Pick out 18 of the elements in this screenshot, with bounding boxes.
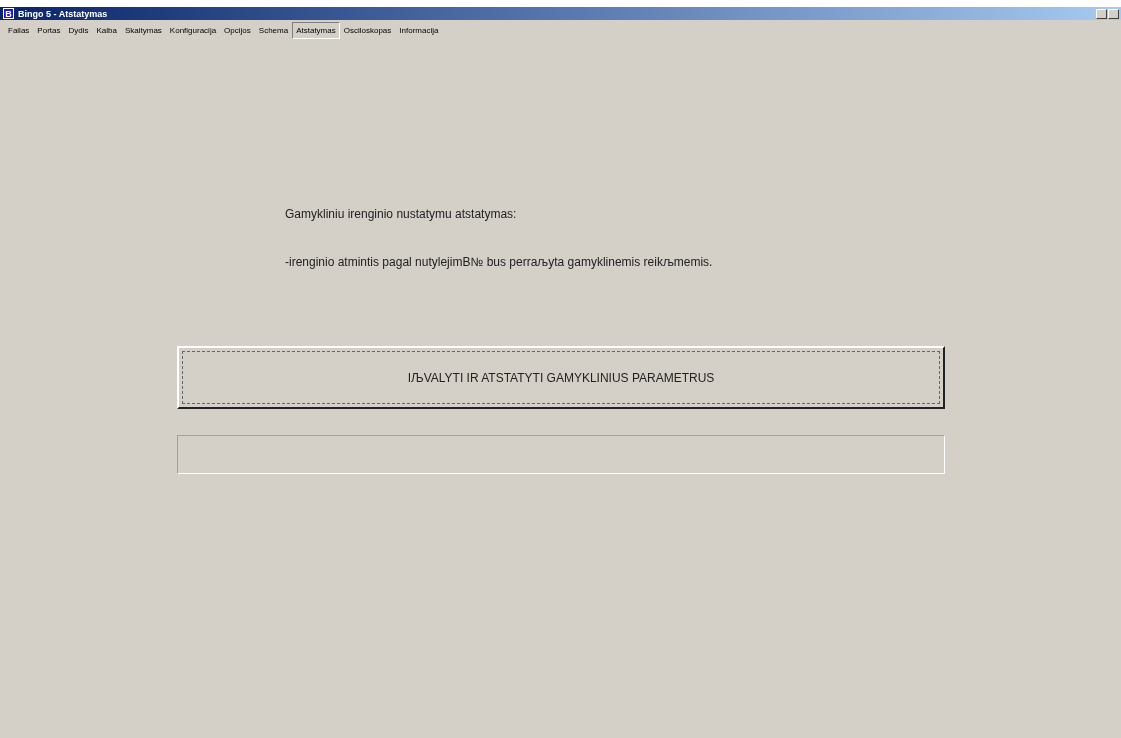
menu-tab[interactable]: Kalba bbox=[92, 22, 121, 39]
menu-tab[interactable]: Konfiguracija bbox=[165, 22, 221, 39]
reset-button[interactable]: IЉVALYTI IR ATSTATYTI GAMYKLINIUS PARAMETRUS bbox=[177, 346, 945, 409]
menu-tab[interactable]: Schema bbox=[254, 22, 293, 39]
menu-tab[interactable]: Failas bbox=[4, 22, 34, 39]
menu-tab[interactable]: Portas bbox=[33, 22, 65, 39]
description-text: -irenginio atmintis pagal nutylejimВ№ bus perraљyta gamyklinemis reikљmemis. bbox=[285, 255, 713, 269]
window-title: Bingo 5 - Atstatymas bbox=[18, 8, 108, 19]
menu-tab[interactable]: Skaitymas bbox=[120, 22, 166, 39]
minimize-button[interactable] bbox=[1096, 8, 1107, 19]
maximize-button[interactable] bbox=[1108, 8, 1119, 19]
menu-tab[interactable]: Opcijos bbox=[220, 22, 255, 39]
menu-tab[interactable]: Informacija bbox=[395, 22, 443, 39]
menu-tab[interactable]: Atstatymas bbox=[292, 22, 340, 39]
heading-text: Gamykliniu irenginio nustatymu atstatymas: bbox=[285, 207, 517, 221]
app-icon: B bbox=[3, 8, 14, 19]
menu-tab[interactable]: Osciloskopas bbox=[339, 22, 396, 39]
menu-tab[interactable]: Dydis bbox=[64, 22, 93, 39]
